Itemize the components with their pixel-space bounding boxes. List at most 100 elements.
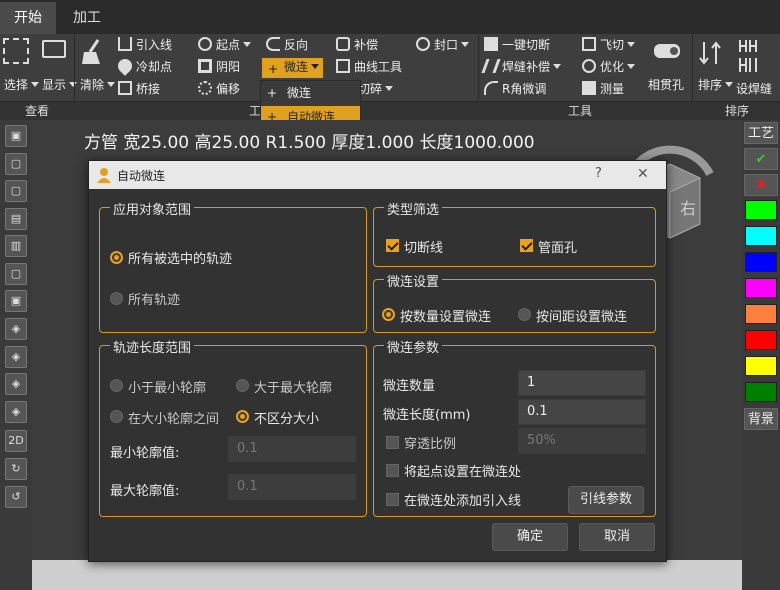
color-swatch[interactable] — [745, 356, 777, 376]
back-view-icon[interactable]: ▢ — [5, 180, 27, 202]
craft-button[interactable]: 工艺 — [744, 122, 778, 144]
checkbox-add-lead[interactable] — [386, 493, 399, 506]
ribbon: 选择 显示 清除 引入线 冷却点 桥接 起点 阴阳 偏移 反向 + 微连 补偿 曲… — [0, 34, 780, 102]
radio-by-spacing[interactable] — [518, 308, 531, 321]
display-icon[interactable] — [42, 40, 66, 58]
dialog-titlebar: 自动微连 ? ✕ — [89, 161, 666, 189]
sort-icon[interactable] — [698, 40, 722, 66]
set-seam-icon[interactable] — [736, 38, 760, 74]
radio-lt-min[interactable] — [110, 379, 123, 392]
color-swatch[interactable] — [745, 226, 777, 246]
micro-connect-button[interactable]: + 微连 — [262, 58, 324, 78]
help-icon[interactable]: ? — [595, 166, 602, 181]
checkbox-start-at-micro[interactable] — [386, 464, 399, 477]
left-view-icon[interactable]: ▤ — [5, 208, 27, 230]
front-view-icon[interactable]: ▢ — [5, 153, 27, 175]
cancel-button[interactable]: 取消 — [579, 523, 655, 551]
label-by-count: 按数量设置微连 — [400, 310, 492, 325]
curve-tool-button[interactable]: 曲线工具 — [336, 58, 402, 76]
optimize-button[interactable]: 优化 — [582, 58, 636, 76]
check-icon[interactable]: ✔ — [744, 148, 778, 170]
lead-line-button[interactable]: 引入线 — [118, 36, 172, 54]
reverse-button[interactable]: 反向 — [266, 36, 308, 54]
count-field[interactable]: 1 — [518, 370, 646, 396]
color-swatch[interactable] — [745, 330, 777, 350]
left-toolbar: ▣ ▢ ▢ ▤ ▥ ▢ ▣ ◈ ◈ ◈ ◈ 2D ↻ ↺ — [0, 120, 32, 590]
color-swatch[interactable] — [745, 252, 777, 272]
params-group: 微连参数 微连数量 1 微连长度(mm) 0.1 穿透比例 50% 将起点设置在… — [373, 337, 656, 517]
measure-button[interactable]: 测量 — [582, 80, 624, 98]
sort-button[interactable]: 排序 — [698, 76, 734, 94]
pipe-icon[interactable] — [652, 38, 682, 64]
r-angle-button[interactable]: R角微调 — [484, 80, 546, 98]
cross-icon[interactable]: ✖ — [744, 174, 778, 196]
view-2d-button[interactable]: 2D — [5, 430, 27, 452]
radio-no-distinction[interactable] — [236, 410, 249, 423]
length-field[interactable]: 0.1 — [518, 399, 646, 425]
grid-icon — [582, 37, 596, 51]
undo-icon[interactable]: ↺ — [5, 486, 27, 508]
compensate-button[interactable]: 补偿 — [336, 36, 378, 54]
weld-compensate-button[interactable]: 焊缝补偿 — [481, 58, 562, 76]
cube-view-icon[interactable]: ▣ — [5, 125, 27, 147]
fly-cut-button[interactable]: 飞切 — [582, 36, 636, 54]
checkbox-cut-line[interactable] — [386, 239, 399, 252]
plus-icon: + — [267, 62, 279, 76]
iso-view-2-icon[interactable]: ◈ — [5, 346, 27, 368]
one-key-cut-button[interactable]: 一键切断 — [484, 36, 550, 54]
penetration-field[interactable]: 50% — [518, 428, 646, 454]
iso-view-3-icon[interactable]: ◈ — [5, 373, 27, 395]
checkbox-penetration[interactable] — [386, 436, 399, 449]
length-range-group: 轨迹长度范围 小于最小轮廓 大于最大轮廓 在大小轮廓之间 不区分大小 最小轮廓值… — [99, 337, 367, 517]
length-legend: 轨迹长度范围 — [110, 337, 195, 356]
cut-icon — [484, 37, 498, 51]
bottom-view-icon[interactable]: ▣ — [5, 290, 27, 312]
color-swatch[interactable] — [745, 200, 777, 220]
radio-between[interactable] — [110, 410, 123, 423]
offset-button[interactable]: 偏移 — [198, 80, 240, 98]
background-button[interactable]: 背景 — [744, 408, 778, 430]
select-button[interactable]: 选择 — [4, 76, 40, 94]
bridge-button[interactable]: 桥接 — [118, 80, 160, 98]
label-gt-max: 大于最大轮廓 — [254, 381, 333, 396]
close-icon[interactable]: ✕ — [637, 166, 649, 182]
canvas-floor — [32, 560, 742, 590]
radio-by-count[interactable] — [382, 308, 395, 321]
iso-view-4-icon[interactable]: ◈ — [5, 401, 27, 423]
auto-micro-connect-dialog: 自动微连 ? ✕ 应用对象范围 所有被选中的轨迹 所有轨迹 类型筛选 切断线 管… — [88, 160, 667, 562]
set-seam-button[interactable]: 设焊缝 — [736, 80, 772, 98]
dropdown-item-micro[interactable]: + 微连 — [261, 82, 360, 104]
tab-process[interactable]: 加工 — [58, 2, 116, 34]
label-between: 在大小轮廓之间 — [128, 412, 220, 427]
select-icon[interactable] — [3, 38, 29, 64]
clear-button[interactable]: 清除 — [80, 76, 116, 94]
lead-params-button[interactable]: 引线参数 — [568, 486, 644, 514]
broom-icon[interactable] — [80, 38, 106, 66]
label-pipe-hole: 管面孔 — [538, 241, 578, 256]
ok-button[interactable]: 确定 — [492, 523, 568, 551]
checkbox-pipe-hole[interactable] — [520, 239, 533, 252]
circle-icon — [416, 37, 430, 51]
start-point-button[interactable]: 起点 — [198, 36, 252, 54]
cut-broken-button[interactable]: 切碎 — [358, 80, 394, 98]
radio-gt-max[interactable] — [236, 379, 249, 392]
cool-point-button[interactable]: 冷却点 — [115, 56, 172, 76]
color-swatch[interactable] — [745, 278, 777, 298]
top-view-icon[interactable]: ▢ — [5, 263, 27, 285]
redo-icon[interactable]: ↻ — [5, 458, 27, 480]
seal-button[interactable]: 封口 — [416, 36, 470, 54]
max-contour-field[interactable]: 0.1 — [228, 474, 356, 500]
display-button[interactable]: 显示 — [42, 76, 78, 94]
through-hole-button[interactable]: 相贯孔 — [648, 76, 684, 94]
radio-all-tracks[interactable] — [110, 292, 123, 305]
right-view-icon[interactable]: ▥ — [5, 235, 27, 257]
reverse-icon — [266, 37, 280, 51]
yin-yang-button[interactable]: 阴阳 — [198, 58, 240, 76]
color-swatch[interactable] — [745, 304, 777, 324]
iso-view-icon[interactable]: ◈ — [5, 318, 27, 340]
min-contour-field[interactable]: 0.1 — [228, 436, 356, 462]
tab-start[interactable]: 开始 — [0, 2, 56, 34]
radio-selected-tracks[interactable] — [110, 251, 123, 264]
plus-icon: + — [267, 86, 278, 100]
color-swatch[interactable] — [745, 382, 777, 402]
